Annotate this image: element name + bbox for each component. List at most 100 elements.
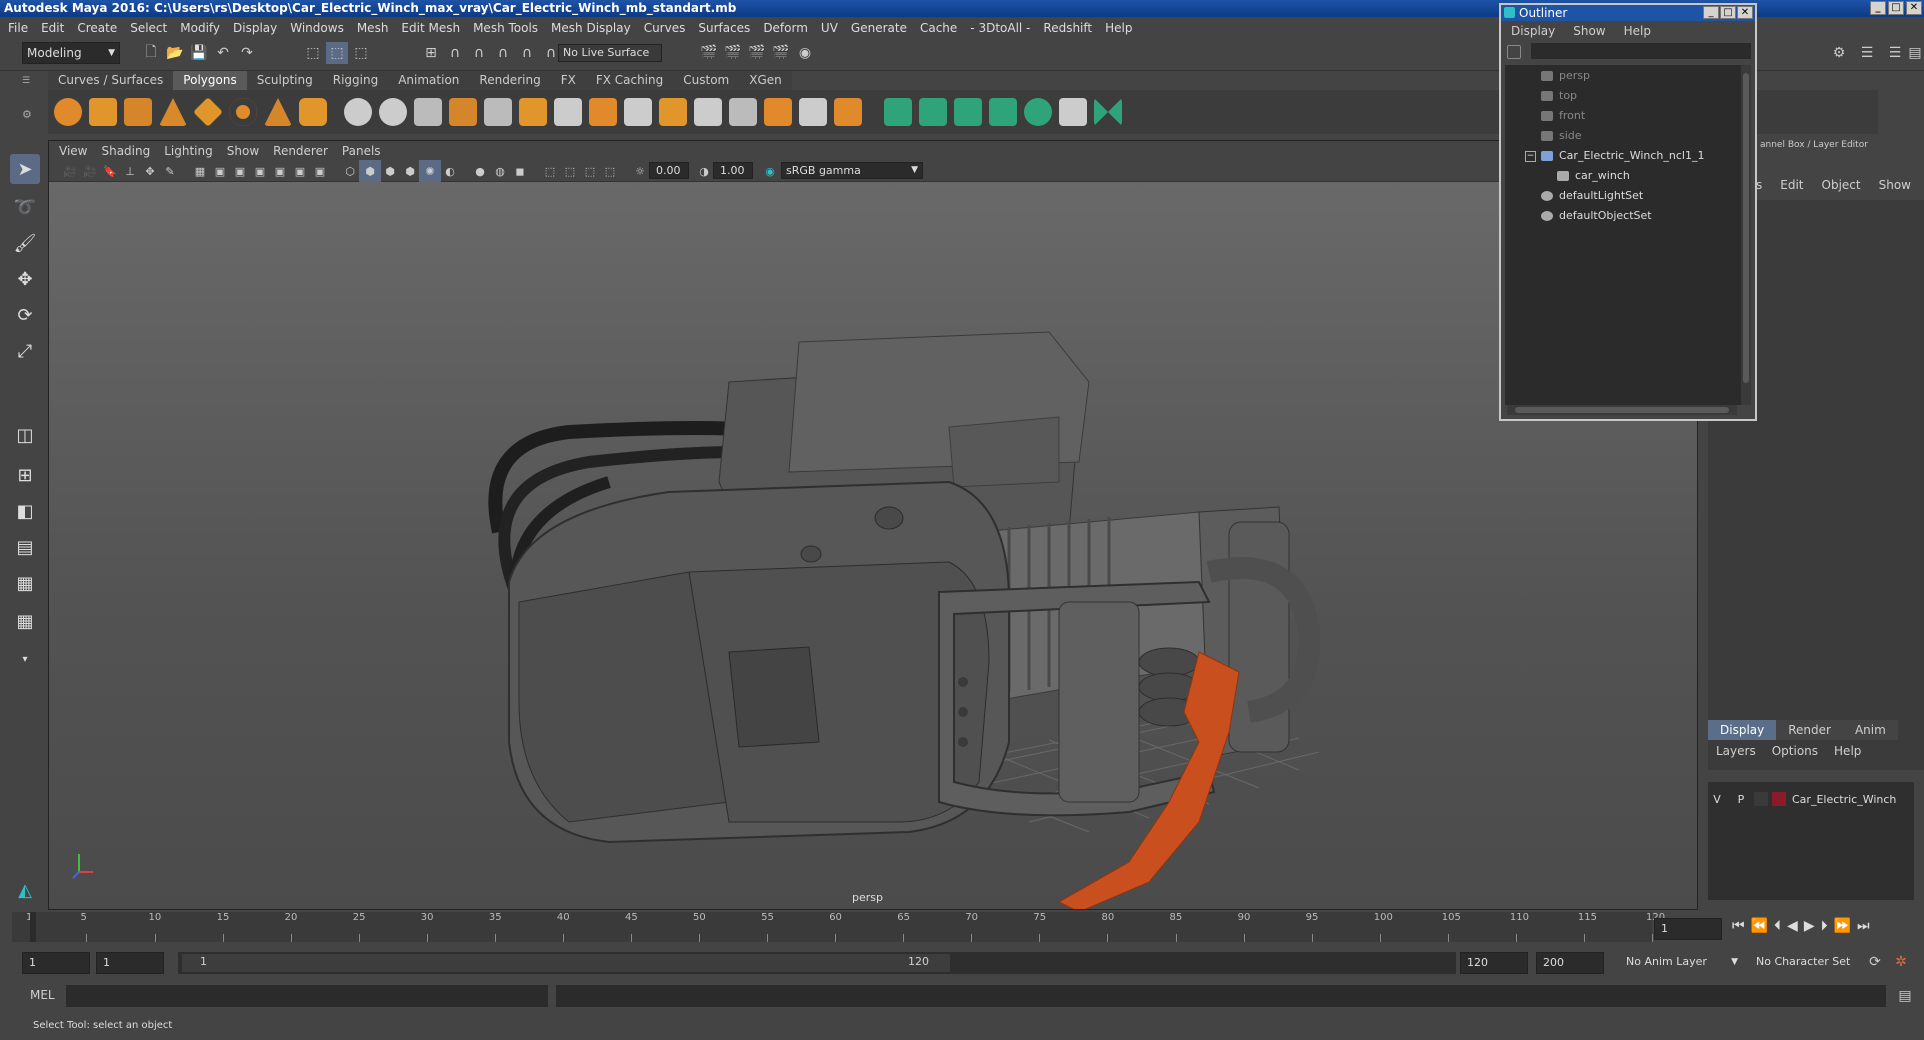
grease-pencil-icon[interactable]: ✎ — [159, 160, 181, 182]
merge-icon[interactable] — [729, 98, 757, 126]
graph-layout-icon[interactable]: ▦ — [10, 568, 40, 598]
uv-planar-icon[interactable] — [884, 98, 912, 126]
menu-redshift[interactable]: Redshift — [1043, 21, 1092, 35]
modeling-toolkit-icon[interactable]: ⚙ — [1828, 42, 1850, 64]
maximize-button[interactable]: □ — [1888, 1, 1904, 15]
shelf-tab-rendering[interactable]: Rendering — [469, 71, 551, 90]
playback-start-field[interactable]: 1 — [96, 952, 164, 974]
film-gate-icon[interactable]: ▣ — [209, 160, 231, 182]
shelf-tab-rigging[interactable]: Rigging — [322, 71, 389, 90]
image-plane-icon[interactable]: ⊥ — [119, 160, 141, 182]
2d-pan-icon[interactable]: ✥ — [139, 160, 161, 182]
uv-spherical-icon[interactable] — [954, 98, 982, 126]
render-frame-icon[interactable]: 🎬 — [722, 42, 744, 64]
exposure-icon[interactable]: ☼ — [629, 160, 651, 182]
perspective-viewport[interactable]: View Shading Lighting Show Renderer Panels 🎥 … — [48, 140, 1698, 910]
screen-space-ao-icon[interactable]: ● — [469, 160, 491, 182]
ipr-render-icon[interactable]: 🎬 — [746, 42, 768, 64]
poly-pyramid-icon[interactable] — [264, 98, 292, 126]
redo-icon[interactable]: ↷ — [236, 42, 258, 64]
animation-preferences-icon[interactable]: ✲ — [1890, 951, 1912, 973]
outliner-menu-display[interactable]: Display — [1511, 24, 1555, 38]
viewport-menu-shading[interactable]: Shading — [101, 144, 150, 158]
outliner-item-defaultobjectset[interactable]: defaultObjectSet — [1541, 209, 1652, 222]
menu-uv[interactable]: UV — [821, 21, 838, 35]
tool-settings-icon[interactable]: ☰ — [1884, 42, 1906, 64]
menu-modify[interactable]: Modify — [180, 21, 220, 35]
shelf-settings-icon[interactable]: ⚙ — [22, 108, 36, 122]
uv-automatic-icon[interactable] — [989, 98, 1017, 126]
extrude-icon[interactable] — [589, 98, 617, 126]
current-frame-field[interactable]: 1 — [1654, 918, 1722, 940]
uv-cut-icon[interactable] — [1094, 98, 1122, 126]
shelf-menu-icon[interactable]: ☰ — [22, 76, 36, 86]
safe-title-icon[interactable]: ▣ — [309, 160, 331, 182]
save-scene-icon[interactable]: 💾 — [188, 42, 210, 64]
outliner-close-button[interactable]: ✕ — [1737, 6, 1753, 19]
layer-tab-anim[interactable]: Anim — [1842, 720, 1898, 740]
outliner-menu-help[interactable]: Help — [1624, 24, 1651, 38]
menu-edit[interactable]: Edit — [41, 21, 64, 35]
shelf-tab-curves-surfaces[interactable]: Curves / Surfaces — [48, 71, 174, 90]
range-slider[interactable]: 1 120 — [178, 952, 1456, 974]
safe-action-icon[interactable]: ▣ — [289, 160, 311, 182]
channel-box-menu-show[interactable]: Show — [1879, 178, 1911, 192]
smooth-shade-icon[interactable]: ⬢ — [359, 160, 381, 182]
viewport-menu-panels[interactable]: Panels — [342, 144, 381, 158]
time-slider[interactable]: 1510152025303540455055606570758085909510… — [12, 912, 1665, 942]
select-object-icon[interactable]: ⬚ — [326, 42, 348, 64]
gate-mask-icon[interactable]: ▣ — [249, 160, 271, 182]
smooth-icon[interactable] — [449, 98, 477, 126]
play-forward-icon[interactable]: ▶ — [1804, 918, 1815, 934]
snap-point-icon[interactable]: ∩ — [468, 42, 490, 64]
camera-select-icon[interactable]: 🎥 — [59, 160, 81, 182]
script-editor-icon[interactable]: ▤ — [1894, 985, 1916, 1007]
menu-deform[interactable]: Deform — [763, 21, 808, 35]
outliner-item-defaultlightset[interactable]: defaultLightSet — [1541, 189, 1643, 202]
step-back-frame-icon[interactable]: ⏴ — [1774, 918, 1781, 934]
layer-menu-layers[interactable]: Layers — [1716, 744, 1756, 758]
poly-torus-icon[interactable] — [229, 98, 257, 126]
menu-create[interactable]: Create — [77, 21, 117, 35]
menu-file[interactable]: File — [8, 21, 28, 35]
live-surface-field[interactable]: No Live Surface — [558, 44, 662, 62]
shelf-tab-fx-caching[interactable]: FX Caching — [585, 71, 674, 90]
channel-box-icon[interactable]: ▤ — [1904, 42, 1924, 64]
target-weld-icon[interactable] — [799, 98, 827, 126]
menu-curves[interactable]: Curves — [644, 21, 686, 35]
color-space-dropdown[interactable]: sRGB gamma ▼ — [781, 162, 923, 179]
outliner-item-persp[interactable]: persp — [1541, 69, 1590, 82]
color-management-icon[interactable]: ◉ — [759, 160, 781, 182]
boolean-icon[interactable] — [484, 98, 512, 126]
outliner-minimize-button[interactable]: _ — [1703, 6, 1719, 19]
bridge-icon[interactable] — [519, 98, 547, 126]
outliner-layout-icon[interactable]: ▤ — [10, 532, 40, 562]
layer-color-swatch[interactable] — [1772, 792, 1786, 806]
menu-help[interactable]: Help — [1105, 21, 1132, 35]
select-hierarchy-icon[interactable]: ⬚ — [302, 42, 324, 64]
lasso-tool-icon[interactable]: ➰ — [10, 192, 40, 222]
textured-icon[interactable]: ⬢ — [399, 160, 421, 182]
gamma-icon[interactable]: ◑ — [693, 160, 715, 182]
bookmark-icon[interactable]: 🔖 — [99, 160, 121, 182]
menu-generate[interactable]: Generate — [851, 21, 907, 35]
outliner-item-top[interactable]: top — [1541, 89, 1577, 102]
shadows-icon[interactable]: ◐ — [439, 160, 461, 182]
shelf-tab-fx[interactable]: FX — [550, 71, 586, 90]
go-to-start-icon[interactable]: ⏮ — [1732, 918, 1745, 934]
lighting-icon[interactable]: ✺ — [419, 160, 441, 182]
menu-mesh[interactable]: Mesh — [357, 21, 389, 35]
separate-icon[interactable] — [379, 98, 407, 126]
select-tool-icon[interactable]: ➤ — [10, 154, 40, 184]
resolution-gate-icon[interactable]: ▣ — [229, 160, 251, 182]
four-view-layout-icon[interactable]: ⊞ — [10, 460, 40, 490]
outliner-vertical-scrollbar[interactable] — [1741, 65, 1751, 405]
animation-end-field[interactable]: 200 — [1536, 952, 1604, 974]
menu-windows[interactable]: Windows — [290, 21, 344, 35]
layer-row[interactable]: V P Car_Electric_Winch — [1710, 790, 1915, 808]
motion-blur-icon[interactable]: ◍ — [489, 160, 511, 182]
outliner-maximize-button[interactable]: □ — [1720, 6, 1736, 19]
go-to-end-icon[interactable]: ⏭ — [1857, 918, 1870, 934]
poly-cube-icon[interactable] — [89, 98, 117, 126]
shelf-tab-xgen[interactable]: XGen — [739, 71, 792, 90]
